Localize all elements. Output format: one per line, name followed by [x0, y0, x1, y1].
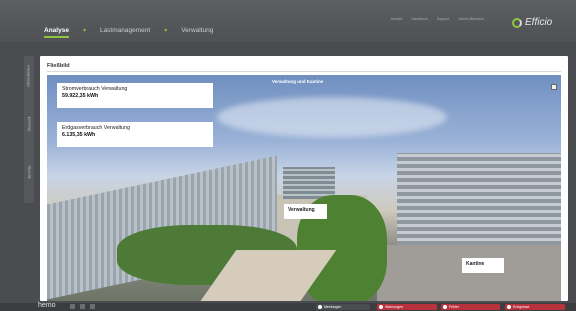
alert-icon — [507, 305, 511, 309]
strom-label: Stromverbrauch Verwaltung — [62, 86, 128, 92]
link-admin-user[interactable]: Admin Benutzer — [458, 17, 484, 21]
strom-value: 59.922,35 kWh — [62, 93, 99, 99]
side-tab-bar: Informationen Übersicht Berichte — [24, 56, 34, 203]
footer-brand: hemo — [38, 302, 56, 309]
chip-label: Warnungen — [385, 305, 403, 309]
efficio-logo-icon — [512, 17, 522, 28]
bottom-bar: hemo Meldungen Warnungen Fehler Ereignis… — [0, 302, 576, 311]
divider — [47, 71, 561, 72]
chip-warnungen[interactable]: Warnungen — [377, 304, 437, 310]
tag-kantine[interactable]: Kantine — [462, 258, 504, 273]
panel-title: Fließbild — [47, 63, 70, 69]
tag-verwaltung[interactable]: Verwaltung — [284, 204, 327, 219]
top-bar: Analyse ▾ Lastmanagement ▾ Verwaltung An… — [0, 0, 576, 42]
erdgas-value: 6.135,35 kWh — [62, 132, 96, 138]
link-ansicht[interactable]: Ansicht — [391, 17, 403, 21]
chevron-down-icon: ▾ — [164, 28, 168, 34]
ground-shape — [377, 245, 561, 301]
chip-ereignisse[interactable]: Ereignisse — [505, 304, 565, 310]
brand-logo: Efficio — [512, 17, 552, 28]
flow-image: Verwaltung und Kantine Stromverbrauch Ve… — [47, 75, 561, 301]
erdgas-label: Erdgasverbrauch Verwaltung — [62, 125, 131, 131]
footer-icon[interactable] — [90, 304, 95, 309]
footer-icon[interactable] — [70, 304, 75, 309]
side-tab-uebersicht[interactable]: Übersicht — [24, 106, 34, 142]
main-navigation: Analyse ▾ Lastmanagement ▾ Verwaltung — [44, 27, 213, 38]
chip-meldungen[interactable]: Meldungen — [316, 304, 370, 310]
building-shape — [283, 167, 335, 199]
strom-info-box[interactable]: Stromverbrauch Verwaltung 59.922,35 kWh — [57, 83, 213, 108]
chip-fehler[interactable]: Fehler — [441, 304, 500, 310]
alert-icon — [318, 305, 322, 309]
alert-icon — [379, 305, 383, 309]
side-tab-berichte[interactable]: Berichte — [24, 154, 34, 190]
tab-lastmanagement[interactable]: Lastmanagement — [100, 27, 150, 38]
chevron-down-icon: ▾ — [82, 28, 86, 34]
chip-label: Ereignisse — [513, 305, 530, 309]
link-handbuch[interactable]: Handbuch — [411, 17, 427, 21]
side-tab-label: Informationen — [27, 65, 31, 87]
link-support[interactable]: Support — [437, 17, 450, 21]
expand-icon[interactable] — [551, 84, 557, 90]
chip-label: Fehler — [449, 305, 459, 309]
brand-name: Efficio — [525, 17, 553, 28]
footer-icon[interactable] — [80, 304, 85, 309]
image-caption: Verwaltung und Kantine — [272, 79, 324, 84]
side-tab-informationen[interactable]: Informationen — [24, 58, 34, 94]
erdgas-info-box[interactable]: Erdgasverbrauch Verwaltung 6.135,35 kWh — [57, 122, 213, 147]
side-tab-label: Übersicht — [27, 116, 32, 132]
tab-analyse[interactable]: Analyse — [44, 27, 69, 38]
alert-icon — [443, 305, 447, 309]
tab-verwaltung[interactable]: Verwaltung — [181, 27, 213, 38]
side-tab-label: Berichte — [27, 165, 31, 179]
cloud-shape — [217, 97, 447, 137]
chip-label: Meldungen — [324, 305, 342, 309]
top-links: Ansicht Handbuch Support Admin Benutzer — [391, 17, 484, 21]
